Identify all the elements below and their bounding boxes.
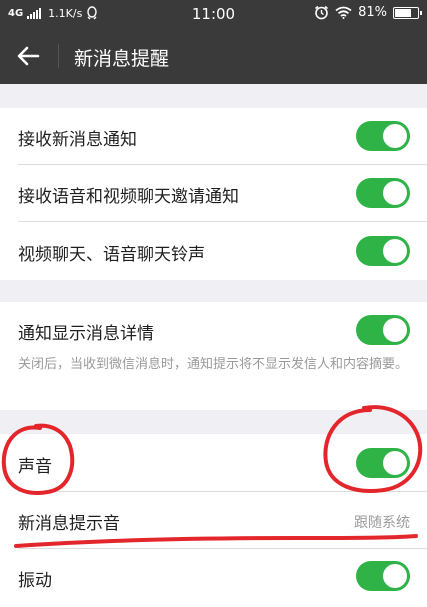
setting-row-receive-call-invite[interactable]: 接收语音和视频聊天邀请通知: [0, 165, 427, 222]
show-details-description: 关闭后，当收到微信消息时，通知提示将不显示发信人和内容摘要。: [18, 357, 409, 372]
setting-label: 视频聊天、语音聊天铃声: [18, 245, 205, 265]
settings-group-notifications: 接收新消息通知 接收语音和视频聊天邀请通知 视频聊天、语音聊天铃声: [0, 108, 427, 280]
app-toolbar: 新消息提醒: [0, 28, 427, 84]
sound-toggle[interactable]: [356, 448, 410, 478]
status-right: 81%: [314, 5, 422, 20]
page-title: 新消息提醒: [74, 48, 170, 70]
setting-row-show-details[interactable]: 通知显示消息详情: [0, 302, 427, 358]
vibrate-toggle[interactable]: [356, 561, 410, 591]
setting-label: 接收语音和视频聊天邀请通知: [18, 187, 239, 207]
setting-label: 接收新消息通知: [18, 130, 137, 150]
settings-group-details: 通知显示消息详情 关闭后，当收到微信消息时，通知提示将不显示发信人和内容摘要。: [0, 302, 427, 410]
toolbar-divider: [58, 44, 59, 68]
setting-label: 通知显示消息详情: [18, 324, 154, 344]
setting-row-notification-tone[interactable]: 新消息提示音 跟随系统: [0, 492, 427, 549]
alarm-icon: [315, 5, 329, 20]
wifi-icon: [335, 6, 352, 19]
call-ringtone-toggle[interactable]: [356, 236, 410, 266]
setting-row-receive-new-message[interactable]: 接收新消息通知: [0, 108, 427, 165]
settings-group-sound: 声音 新消息提示音 跟随系统 振动: [0, 434, 427, 607]
receive-new-message-toggle[interactable]: [356, 121, 410, 151]
receive-call-invite-toggle[interactable]: [356, 178, 410, 208]
setting-label: 声音: [18, 457, 52, 477]
battery-icon: [393, 6, 422, 19]
setting-row-vibrate[interactable]: 振动: [0, 549, 427, 607]
setting-row-sound[interactable]: 声音: [0, 434, 427, 492]
notification-tone-value: 跟随系统: [354, 515, 410, 531]
setting-row-call-ringtone[interactable]: 视频聊天、语音聊天铃声: [0, 222, 427, 280]
setting-label: 振动: [18, 571, 52, 591]
back-arrow-icon[interactable]: [12, 40, 44, 72]
show-details-toggle[interactable]: [356, 315, 410, 345]
setting-label: 新消息提示音: [18, 514, 120, 534]
battery-level: [395, 8, 412, 17]
battery-percent: 81%: [358, 5, 387, 20]
status-bar: 4G 1.1K/s 11:00 81%: [0, 0, 427, 28]
